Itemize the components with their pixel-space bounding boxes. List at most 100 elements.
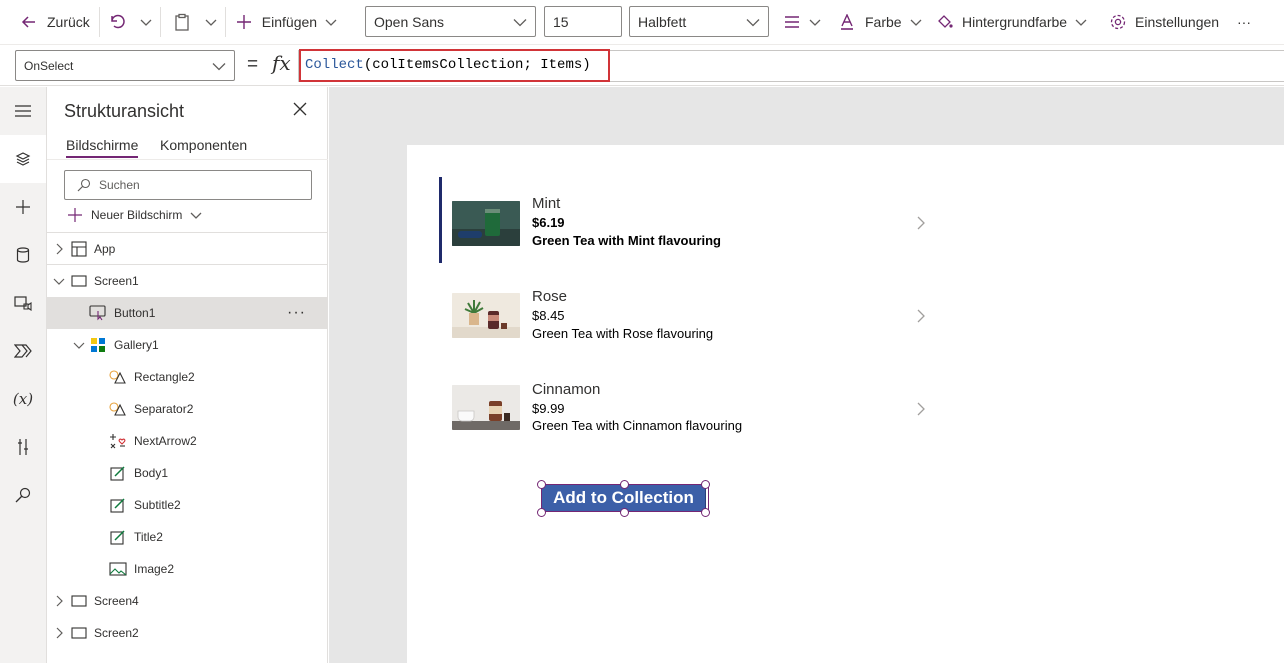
gallery-item[interactable]: Rose $8.45 Green Tea with Rose flavourin… [441,270,941,356]
tree-node-separator2[interactable]: Separator2 [47,393,328,425]
node-label: Body1 [134,466,169,480]
next-arrow-icon[interactable] [916,401,926,420]
toolbar-divider [159,7,161,37]
plus-icon [15,199,31,215]
hamburger-icon [14,104,32,118]
screen-icon [70,624,88,642]
product-image [452,293,520,338]
chevron-down-icon [1075,16,1087,28]
next-arrow-icon[interactable] [916,308,926,327]
background-color-button[interactable]: Hintergrundfarbe [936,0,1087,44]
tools-button[interactable] [0,423,46,471]
tree-node-button1[interactable]: Button1 ··· [47,297,328,329]
item-title: Mint [532,195,561,212]
search-rail-button[interactable] [0,471,46,519]
resize-handle[interactable] [620,480,629,489]
tab-components[interactable]: Komponenten [160,137,247,153]
toolbar-divider [224,7,226,37]
font-family-dropdown[interactable]: Open Sans [365,6,536,37]
text-align-button[interactable] [784,0,821,44]
insert-rail-button[interactable] [0,183,46,231]
tree-node-image2[interactable]: Image2 [47,553,328,585]
font-color-icon [839,14,855,30]
tab-screens[interactable]: Bildschirme [66,137,139,158]
chevron-down-icon [325,16,337,28]
variables-button[interactable]: (x) [0,375,46,423]
database-icon [16,247,30,263]
search-icon [15,487,31,503]
gallery-item[interactable]: Cinnamon $9.99 Green Tea with Cinnamon f… [441,362,941,448]
undo-button[interactable] [108,0,126,44]
equals-sign: = [247,54,259,75]
power-automate-button[interactable] [0,327,46,375]
label-icon [109,464,127,482]
node-label: Button1 [114,306,156,320]
tree-node-title2[interactable]: Title2 [47,521,328,553]
gallery-icon [89,336,107,354]
resize-handle[interactable] [701,508,710,517]
node-label: Screen2 [94,626,139,640]
button-icon [89,304,107,322]
align-icon [784,15,800,29]
formula-highlight[interactable]: Collect(colItemsCollection; Items) [299,49,610,82]
item-title: Cinnamon [532,381,601,398]
media-button[interactable] [0,279,46,327]
more-commands-button[interactable]: ··· [1237,0,1251,44]
back-button[interactable]: Zurück [20,0,90,44]
property-dropdown[interactable]: OnSelect [15,50,235,81]
search-input[interactable]: Suchen [64,170,312,200]
close-panel-button[interactable] [293,102,307,119]
settings-button[interactable]: Einstellungen [1109,0,1219,44]
panel-title: Strukturansicht [64,101,185,121]
shape-icon [109,400,127,418]
node-label: Screen1 [94,274,139,288]
resize-handle[interactable] [537,508,546,517]
flow-icon [14,344,32,358]
resize-handle[interactable] [537,480,546,489]
background-color-label: Hintergrundfarbe [962,14,1068,30]
undo-menu-button[interactable] [140,0,152,44]
tree-view-button[interactable] [0,135,46,183]
tree-view-panel: Strukturansicht Bildschirme Komponenten … [47,87,328,663]
font-weight-dropdown[interactable]: Halbfett [629,6,769,37]
tree-node-screen1[interactable]: Screen1 [47,265,328,297]
tree-node-nextarrow2[interactable]: NextArrow2 [47,425,328,457]
next-arrow-icon[interactable] [916,215,926,234]
font-size-input[interactable]: 15 [544,6,622,37]
app-icon [70,240,88,258]
chevron-down-icon [910,16,922,28]
node-label: App [94,242,116,256]
chevron-down-icon [746,15,760,29]
settings-label: Einstellungen [1135,14,1220,30]
search-icon [77,178,91,192]
tree-node-screen4[interactable]: Screen4 [47,585,328,617]
resize-handle[interactable] [701,480,710,489]
tree-node-gallery1[interactable]: Gallery1 [47,329,328,361]
tree-node-rectangle2[interactable]: Rectangle2 [47,361,328,393]
font-color-button[interactable]: Farbe [839,0,922,44]
node-label: Gallery1 [114,338,159,352]
search-placeholder: Suchen [99,178,140,192]
arrow-left-icon [20,13,38,31]
paste-button[interactable] [173,0,191,44]
paste-menu-button[interactable] [205,0,217,44]
gallery-item[interactable]: Mint $6.19 Green Tea with Mint flavourin… [441,177,941,263]
tree-node-subtitle2[interactable]: Subtitle2 [47,489,328,521]
insert-label: Einfügen [261,14,318,30]
formula-bar: OnSelect = fx Collect(colItemsCollection… [0,44,1284,86]
node-label: Separator2 [134,402,194,416]
node-label: Image2 [134,562,175,576]
resize-handle[interactable] [620,508,629,517]
chevron-right-icon [53,595,65,607]
tree-node-screen2[interactable]: Screen2 [47,617,328,649]
chevron-down-icon [140,16,152,28]
new-screen-button[interactable]: Neuer Bildschirm [67,207,202,223]
insert-button[interactable]: Einfügen [236,0,337,44]
clipboard-icon [173,13,191,31]
tree-node-app[interactable]: App [47,233,328,265]
chevron-down-icon [73,339,85,351]
more-options-button[interactable]: ··· [287,304,306,322]
tree-node-body1[interactable]: Body1 [47,457,328,489]
data-button[interactable] [0,231,46,279]
menu-button[interactable] [0,87,46,135]
